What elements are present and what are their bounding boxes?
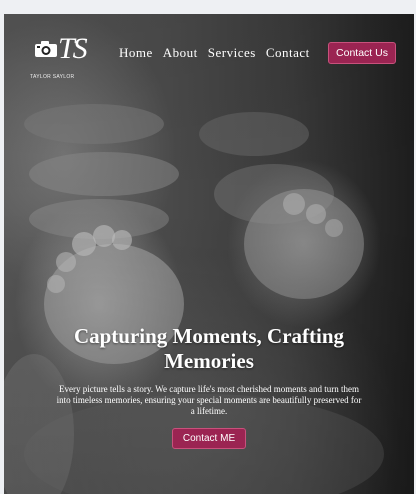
- site-logo[interactable]: TS TAYLOR SAYLOR: [30, 32, 88, 80]
- nav-item-services[interactable]: Services: [208, 45, 256, 61]
- hero-headline: Capturing Moments, Crafting Memories: [73, 324, 345, 373]
- main-nav: Home About Services Contact: [119, 45, 310, 61]
- nav-item-about[interactable]: About: [163, 45, 198, 61]
- logo-monogram: TS: [58, 32, 88, 65]
- contact-me-button[interactable]: Contact ME: [172, 428, 246, 449]
- camera-icon: [35, 41, 57, 57]
- hero-description: Every picture tells a story. We capture …: [56, 384, 362, 416]
- browser-top-strip: [0, 0, 416, 14]
- nav-item-contact[interactable]: Contact: [266, 45, 310, 61]
- hero-background-photo: [4, 104, 384, 494]
- contact-us-button[interactable]: Contact Us: [328, 42, 396, 64]
- hero-section: TS TAYLOR SAYLOR Home About Services Con…: [4, 14, 414, 494]
- nav-item-home[interactable]: Home: [119, 45, 153, 61]
- logo-brand-text: TAYLOR SAYLOR: [30, 74, 75, 80]
